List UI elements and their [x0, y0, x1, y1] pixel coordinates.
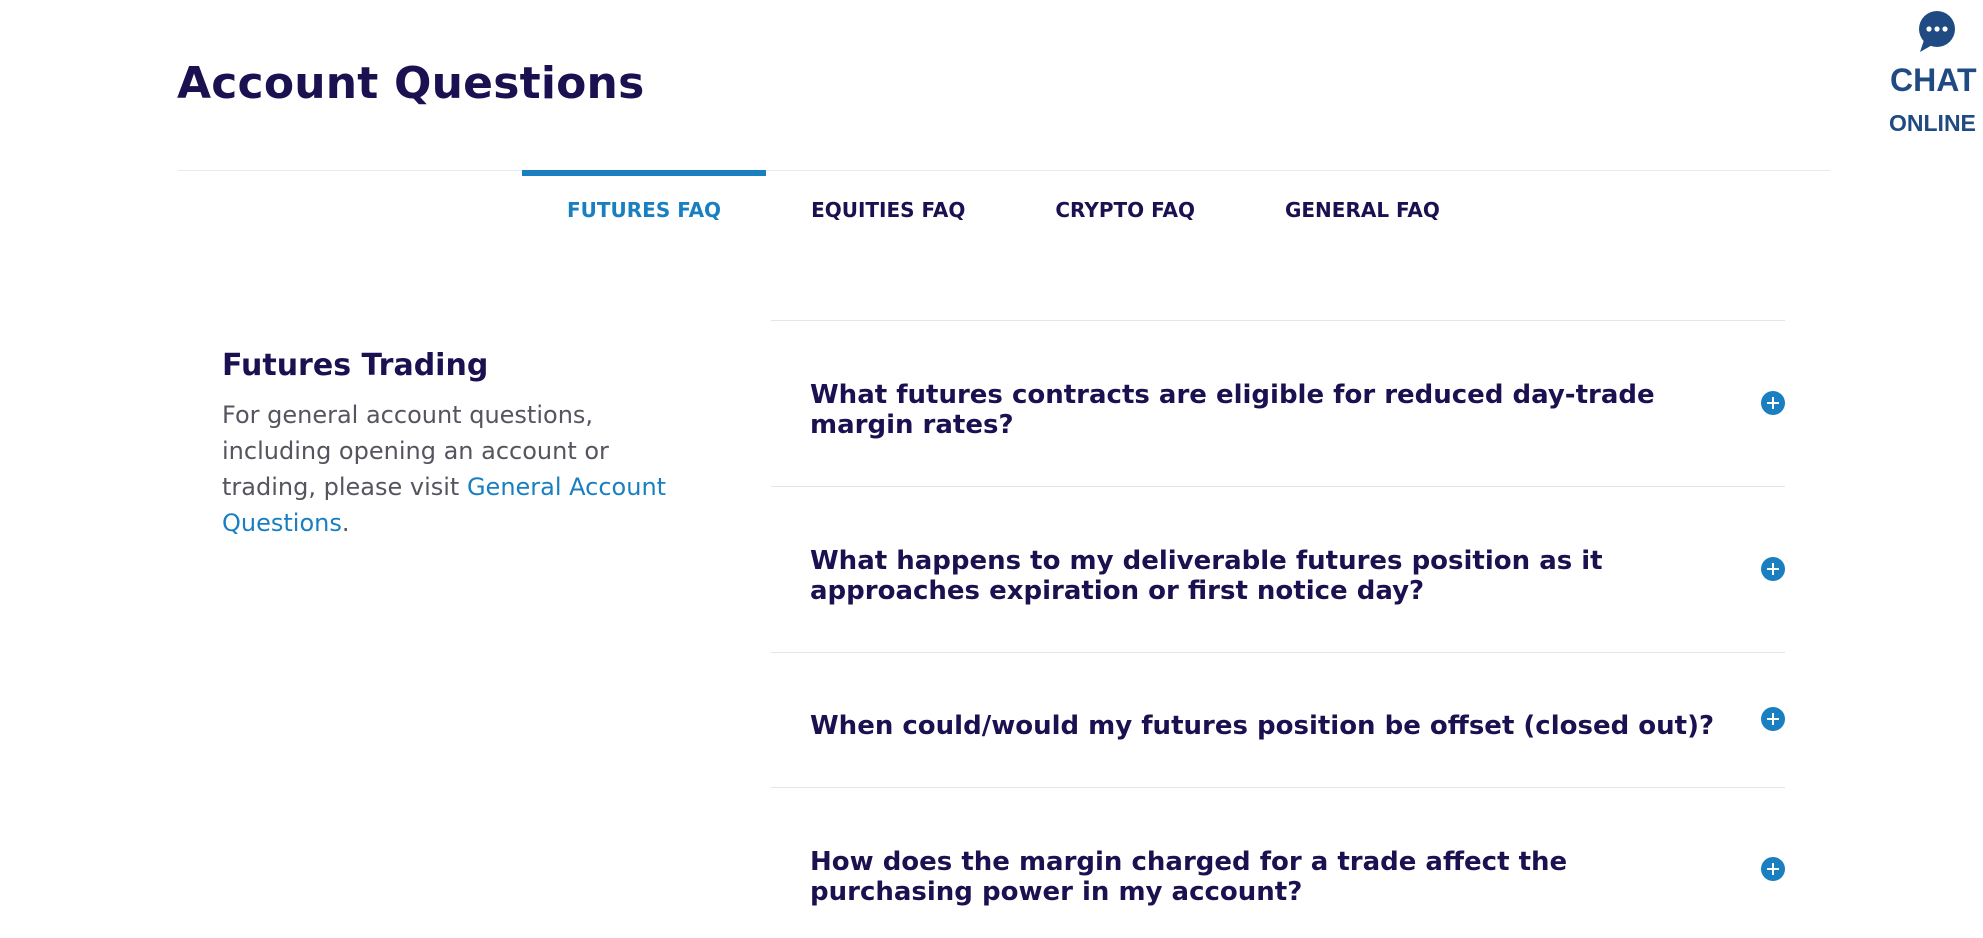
tab-general-faq[interactable]: GENERAL FAQ [1240, 170, 1485, 230]
expand-plus-icon[interactable] [1761, 391, 1785, 415]
faq-item[interactable]: How does the margin charged for a trade … [771, 787, 1785, 937]
faq-question: When could/would my futures position be … [810, 711, 1715, 741]
faq-question: What happens to my deliverable futures p… [810, 546, 1603, 606]
page-title: Account Questions [177, 58, 645, 109]
faq-item[interactable]: What happens to my deliverable futures p… [771, 486, 1785, 652]
faq-tab-bar: FUTURES FAQ EQUITIES FAQ CRYPTO FAQ GENE… [522, 170, 1485, 230]
description-period: . [341, 509, 350, 537]
faq-question: How does the margin charged for a trade … [810, 847, 1568, 907]
section-title: Futures Trading [222, 348, 489, 383]
tab-crypto-faq[interactable]: CRYPTO FAQ [1010, 170, 1240, 230]
expand-plus-icon[interactable] [1761, 557, 1785, 581]
tab-label: EQUITIES FAQ [811, 198, 966, 222]
tab-futures-faq[interactable]: FUTURES FAQ [522, 170, 767, 230]
tab-label: GENERAL FAQ [1284, 198, 1440, 222]
chat-sublabel: ONLINE [1889, 110, 1976, 136]
tab-label: CRYPTO FAQ [1055, 198, 1195, 222]
section-intro: Futures Trading For general account ques… [222, 348, 692, 541]
faq-item[interactable]: When could/would my futures position be … [771, 652, 1785, 787]
page: Account Questions CHAT ONLINE FUTURES FA… [0, 0, 1983, 938]
tab-equities-faq[interactable]: EQUITIES FAQ [766, 170, 1010, 230]
chat-bubble-icon [1919, 11, 1955, 52]
faq-item[interactable]: What futures contracts are eligible for … [771, 320, 1785, 486]
chat-online-button[interactable]: CHAT ONLINE [1880, 10, 1983, 140]
expand-plus-icon[interactable] [1761, 857, 1785, 881]
faq-question: What futures contracts are eligible for … [810, 380, 1655, 440]
tab-label: FUTURES FAQ [567, 198, 722, 222]
expand-plus-icon[interactable] [1761, 707, 1785, 731]
faq-accordion: What futures contracts are eligible for … [771, 320, 1785, 937]
section-description: For general account questions, including… [222, 397, 692, 541]
chat-label: CHAT [1890, 62, 1977, 98]
